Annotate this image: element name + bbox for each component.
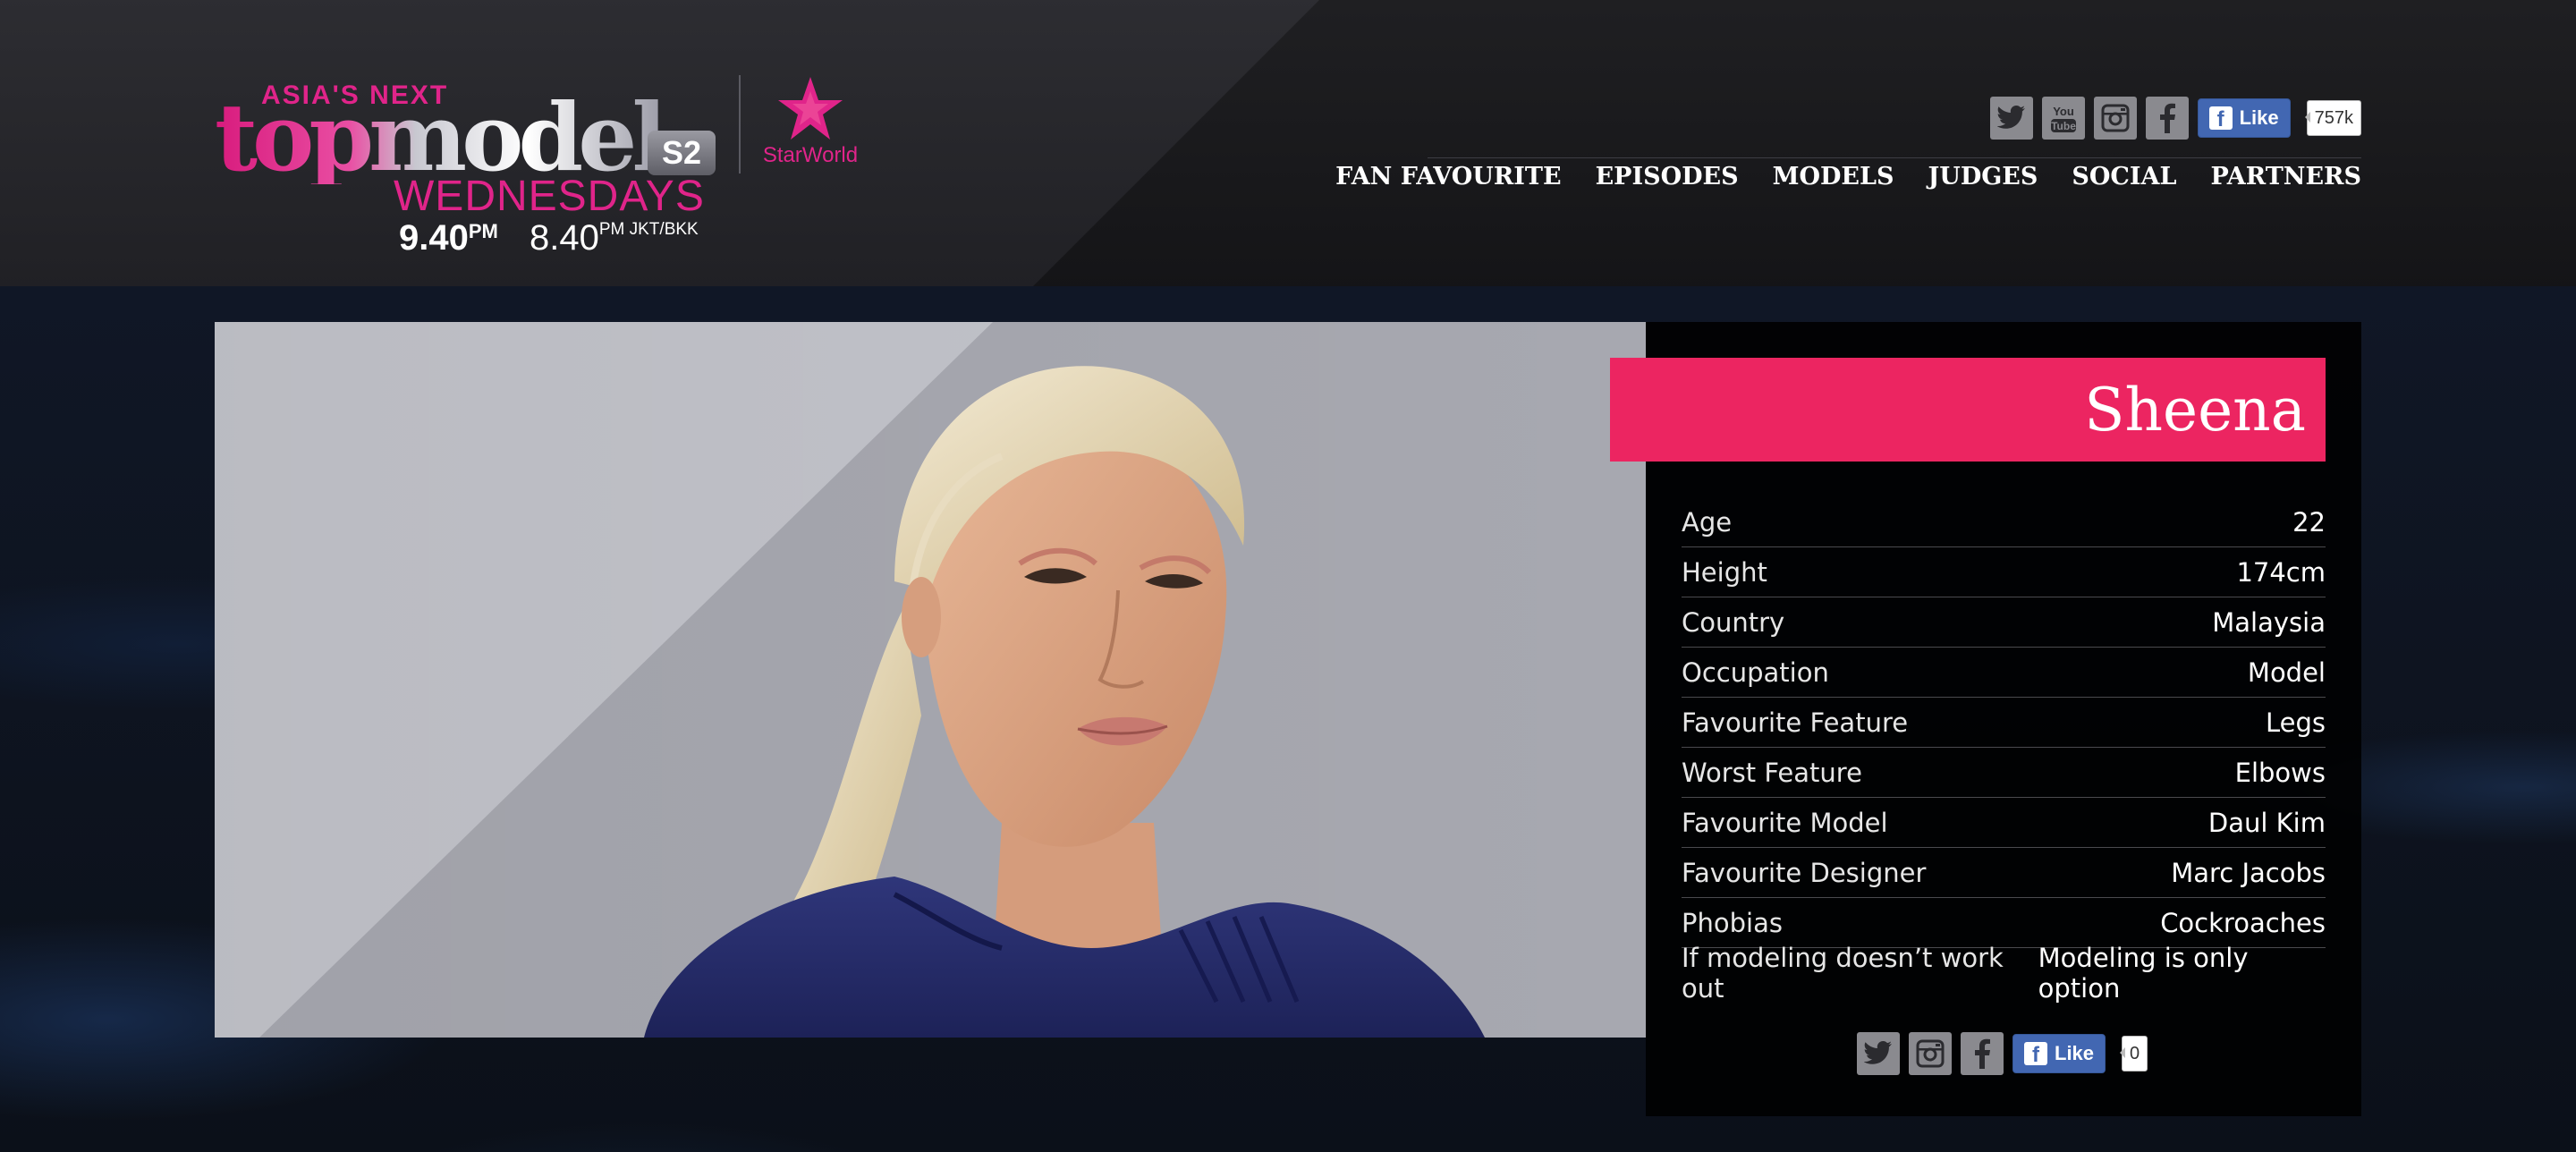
stat-row-country: Country Malaysia xyxy=(1682,597,2326,648)
stat-row-worst-feature: Worst Feature Elbows xyxy=(1682,748,2326,798)
stat-label: If modeling doesn’t work out xyxy=(1682,942,2004,1004)
nav-fan-favourite[interactable]: FAN FAVOURITE xyxy=(1335,163,1561,191)
svg-text:You: You xyxy=(2053,105,2074,118)
channel-name: StarWorld xyxy=(762,143,859,167)
stat-label: Height xyxy=(1682,556,1767,588)
facebook-f-icon: f xyxy=(2208,106,2233,131)
like-label: Like xyxy=(2239,106,2279,129)
stat-row-favourite-model: Favourite Model Daul Kim xyxy=(1682,798,2326,848)
like-count: 757k xyxy=(2304,100,2361,136)
site-header: ASIA'S NEXT topmodel S2 WEDNESDAYS 9.40P… xyxy=(0,0,2576,287)
stat-value: Elbows xyxy=(2234,757,2326,788)
model-portrait-image xyxy=(644,366,1485,1038)
starworld-logo[interactable]: StarWorld xyxy=(758,75,862,174)
logo-line2: topmodel xyxy=(215,82,667,192)
season-badge: S2 xyxy=(648,131,716,175)
model-name: Sheena xyxy=(2084,376,2306,445)
facebook-icon[interactable] xyxy=(1961,1032,2004,1075)
header-social: You Tube f Like 757k xyxy=(1989,95,2361,141)
youtube-icon[interactable]: You Tube xyxy=(2041,97,2085,140)
instagram-icon[interactable] xyxy=(1909,1032,1952,1075)
nav-divider xyxy=(1428,157,2361,158)
stat-row-age: Age 22 xyxy=(1682,497,2326,547)
model-photo xyxy=(215,322,1646,1038)
profile-share: f Like 0 xyxy=(1857,1032,2148,1075)
stat-value: Malaysia xyxy=(2212,606,2326,638)
facebook-icon[interactable] xyxy=(2145,97,2189,140)
facebook-like-button[interactable]: f Like xyxy=(2012,1034,2106,1073)
main-nav: FAN FAVOURITE EPISODES MODELS JUDGES SOC… xyxy=(1335,163,2361,191)
twitter-icon[interactable] xyxy=(1857,1032,1900,1075)
stat-value: Marc Jacobs xyxy=(2171,857,2326,888)
stat-label: Favourite Feature xyxy=(1682,707,1909,738)
airing-day: WEDNESDAYS xyxy=(394,173,705,220)
logo-divider xyxy=(739,75,741,174)
stat-row-favourite-feature: Favourite Feature Legs xyxy=(1682,698,2326,748)
stat-value: Model xyxy=(2247,656,2326,688)
profile-stats: Age 22 Height 174cm Country Malaysia Occ… xyxy=(1682,497,2326,1004)
stat-label: Worst Feature xyxy=(1682,757,1862,788)
stat-value: Cockroaches xyxy=(2160,907,2326,938)
nav-models[interactable]: MODELS xyxy=(1773,163,1894,191)
stat-value: Daul Kim xyxy=(2207,807,2326,838)
star-icon xyxy=(778,77,843,140)
stat-value: 174cm xyxy=(2236,556,2326,588)
airing-time-secondary: 8.40PM JKT/BKK xyxy=(530,218,699,258)
stat-label: Favourite Model xyxy=(1682,807,1888,838)
stat-label: Country xyxy=(1682,606,1785,638)
stat-row-phobias: Phobias Cockroaches xyxy=(1682,898,2326,948)
model-name-banner: Sheena xyxy=(1610,358,2326,462)
stat-label: Age xyxy=(1682,506,1733,538)
twitter-icon[interactable] xyxy=(1989,97,2033,140)
stat-value: 22 xyxy=(2292,506,2326,538)
stat-row-occupation: Occupation Model xyxy=(1682,648,2326,698)
stat-value: Legs xyxy=(2265,707,2326,738)
stat-row-height: Height 174cm xyxy=(1682,547,2326,597)
stat-value: Modeling is only option xyxy=(2038,942,2249,1004)
like-count: 0 xyxy=(2120,1036,2148,1072)
facebook-f-icon: f xyxy=(2024,1042,2047,1067)
airing-time-primary: 9.40PM xyxy=(399,218,498,258)
facebook-like-button[interactable]: f Like xyxy=(2197,98,2291,138)
stat-label: Favourite Designer xyxy=(1682,857,1927,888)
stat-label: Phobias xyxy=(1682,907,1783,938)
like-label: Like xyxy=(2055,1042,2095,1064)
nav-judges[interactable]: JUDGES xyxy=(1928,163,2038,191)
instagram-icon[interactable] xyxy=(2093,97,2137,140)
svg-text:Tube: Tube xyxy=(2051,120,2076,132)
show-logo[interactable]: ASIA'S NEXT topmodel S2 WEDNESDAYS 9.40P… xyxy=(215,72,733,268)
stat-row-favourite-designer: Favourite Designer Marc Jacobs xyxy=(1682,848,2326,898)
nav-social[interactable]: SOCIAL xyxy=(2072,163,2176,191)
nav-partners[interactable]: PARTNERS xyxy=(2210,163,2361,191)
stat-row-backup-plan: If modeling doesn’t work out Modeling is… xyxy=(1682,943,2326,1004)
nav-episodes[interactable]: EPISODES xyxy=(1596,163,1739,191)
stat-label: Occupation xyxy=(1682,656,1829,688)
